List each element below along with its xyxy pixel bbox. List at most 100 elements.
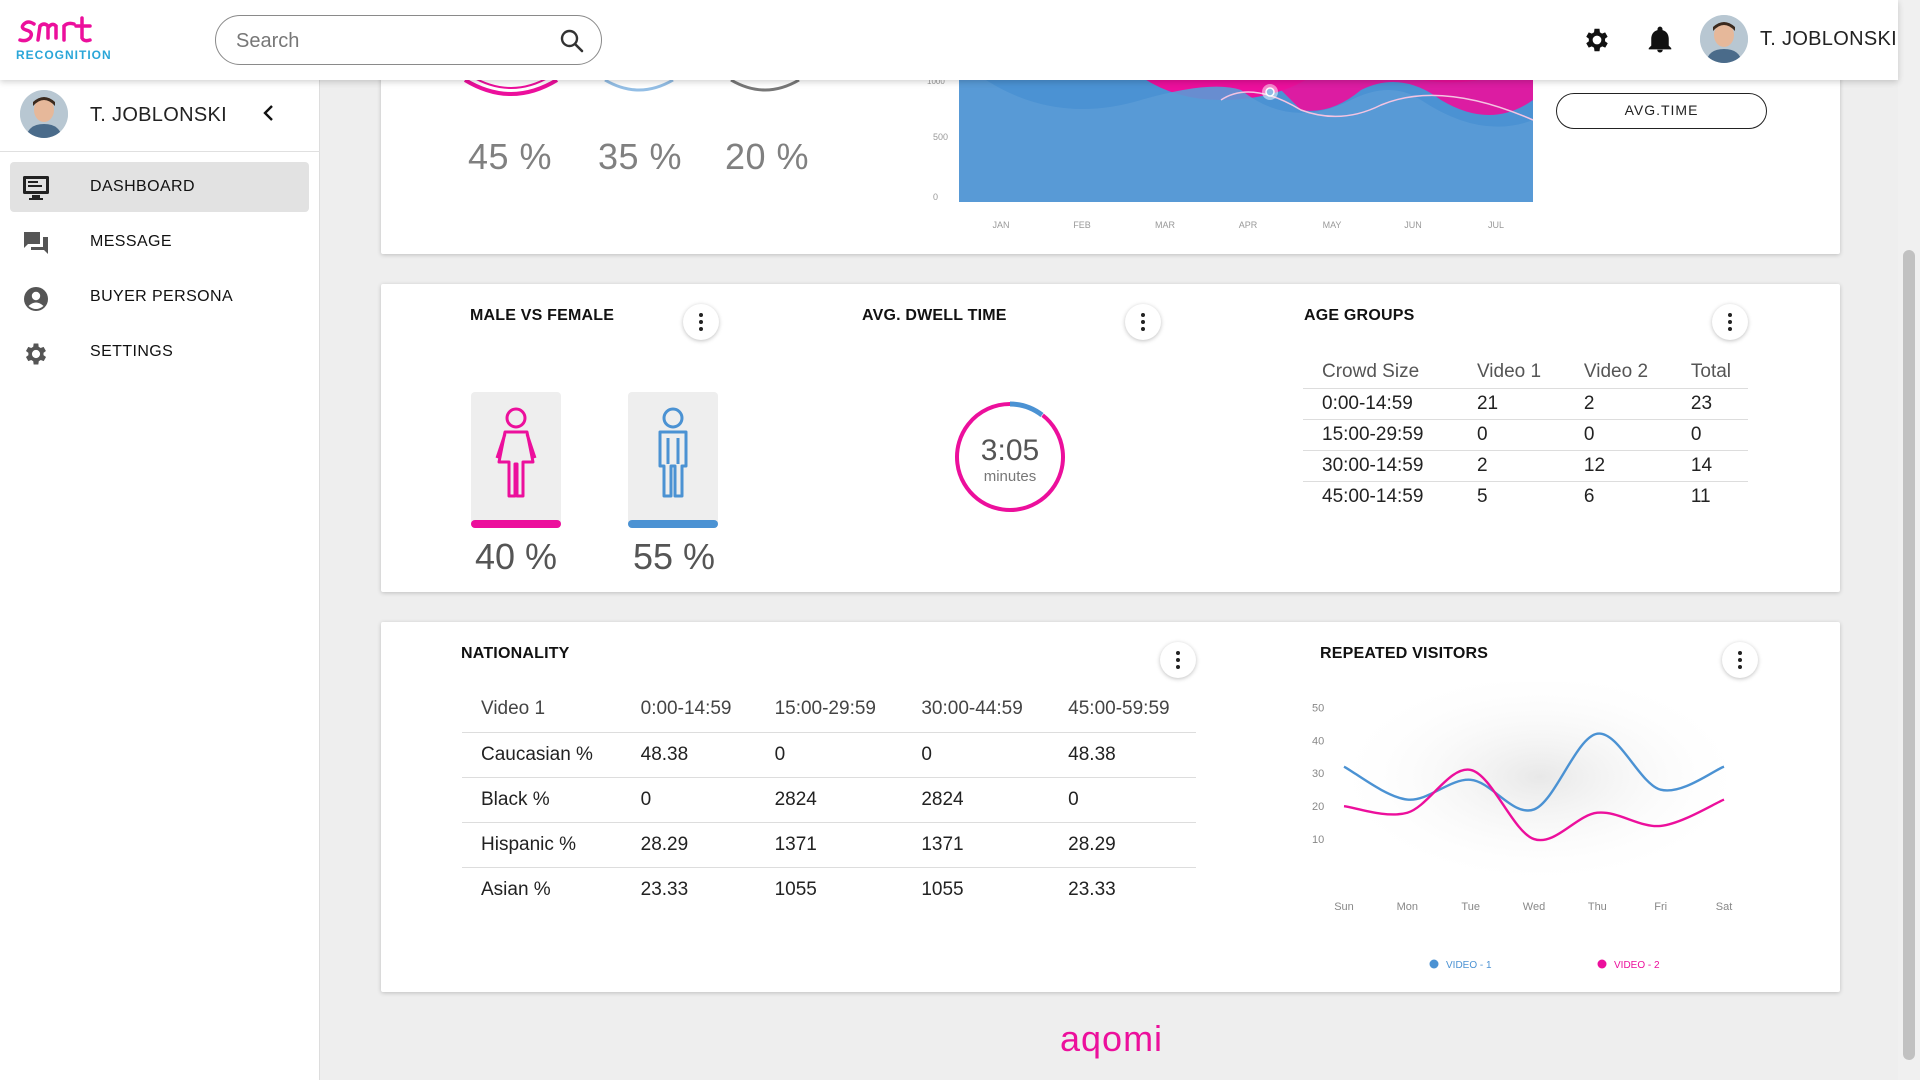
table-cell: 14 bbox=[1671, 450, 1748, 482]
sidebar-user-name: T. JOBLONSKI bbox=[90, 104, 227, 126]
user-avatar[interactable] bbox=[1700, 15, 1748, 63]
repeated-visitors-menu-button[interactable] bbox=[1722, 642, 1758, 678]
table-cell: 1371 bbox=[755, 822, 903, 868]
table-cell: 1055 bbox=[921, 878, 964, 900]
area-chart: 1000 500 0 JAN FEB MAR APR MAY JUN JUL bbox=[927, 60, 1534, 230]
female-bar bbox=[471, 520, 561, 528]
table-cell: 30:00-14:59 bbox=[1303, 450, 1458, 482]
table-header: 30:00-44:59 bbox=[902, 686, 1050, 733]
repeated-visitors-title: REPEATED VISITORS bbox=[1320, 645, 1489, 662]
age-groups-title: AGE GROUPS bbox=[1304, 307, 1415, 324]
y-tick-label: 40 bbox=[1312, 735, 1324, 747]
female-icon bbox=[495, 407, 537, 498]
area-x-label: APR bbox=[1239, 220, 1258, 230]
x-tick-label: Sun bbox=[1334, 901, 1354, 913]
scrollbar-thumb[interactable] bbox=[1903, 250, 1915, 1060]
gear-icon bbox=[22, 340, 50, 373]
repeated-visitors-chart: 50 40 30 20 10 Sun Mon Tue Wed Thu Fri Sat VIDEO -… bbox=[1312, 682, 1750, 972]
area-x-label: JUL bbox=[1488, 220, 1504, 230]
sidebar-item-label: MESSAGE bbox=[90, 233, 172, 250]
table-cell: Asian % bbox=[481, 878, 551, 900]
search-input[interactable] bbox=[236, 28, 556, 54]
chart-glow bbox=[1330, 682, 1750, 887]
settings-gear-icon[interactable] bbox=[1582, 25, 1612, 60]
sidebar-item-label: SETTINGS bbox=[90, 343, 174, 360]
dwell-menu-button[interactable] bbox=[1125, 304, 1161, 340]
legend-item[interactable]: VIDEO - 2 bbox=[1597, 959, 1661, 972]
table-cell: Black % bbox=[462, 777, 622, 823]
dwell-time-value: 3:05 bbox=[980, 434, 1040, 467]
table-header: Crowd Size bbox=[1303, 356, 1458, 389]
search-box[interactable] bbox=[215, 15, 602, 65]
notification-bell-icon[interactable] bbox=[1645, 25, 1675, 60]
table-cell: 23.33 bbox=[640, 878, 689, 900]
table-row: 15:00-29:59 0 0 0 bbox=[1303, 419, 1748, 451]
monitor-icon bbox=[22, 175, 50, 206]
table-cell: 0 bbox=[621, 777, 756, 823]
table-header: Video 2 bbox=[1564, 356, 1672, 389]
nationality-visitors-card: NATIONALITY Video 1 0:00-14:59 15:00-29:… bbox=[381, 622, 1840, 992]
table-row: 45:00-14:59 5 6 11 bbox=[1303, 481, 1748, 512]
search-icon[interactable] bbox=[559, 28, 585, 59]
table-header: 15:00-29:59 bbox=[755, 686, 903, 733]
legend-label: VIDEO - 1 bbox=[1446, 960, 1492, 971]
area-x-label: FEB bbox=[1073, 220, 1091, 230]
avg-time-button[interactable]: AVG.TIME bbox=[1556, 93, 1767, 129]
area-x-label: MAR bbox=[1155, 220, 1176, 230]
dwell-time-unit: minutes bbox=[983, 468, 1037, 485]
table-cell: 5 bbox=[1476, 485, 1488, 507]
sidebar-user: T. JOBLONSKI bbox=[0, 80, 320, 152]
top-bar: RECOGNITION T. JOBLONSKI bbox=[0, 0, 1898, 80]
area-x-label: JUN bbox=[1404, 220, 1422, 230]
sidebar-item-label: BUYER PERSONA bbox=[90, 288, 234, 305]
nationality-menu-button[interactable] bbox=[1160, 642, 1196, 678]
table-cell: 45:00-14:59 bbox=[1322, 485, 1424, 507]
table-cell: 1371 bbox=[902, 822, 1050, 868]
table-header: 0:00-14:59 bbox=[621, 686, 756, 733]
aqomi-footer-logo: aqomi bbox=[1060, 1018, 1164, 1059]
table-cell: 23 bbox=[1671, 388, 1748, 420]
nationality-table: Video 1 0:00-14:59 15:00-29:59 30:00-44:… bbox=[462, 686, 1196, 912]
male-bar bbox=[628, 520, 718, 528]
male-female-title: MALE VS FEMALE bbox=[470, 307, 615, 324]
table-header: Video 1 bbox=[1457, 356, 1565, 389]
legend-label: VIDEO - 2 bbox=[1614, 960, 1660, 971]
sidebar-item-message[interactable]: MESSAGE bbox=[10, 217, 309, 267]
table-cell: Caucasian % bbox=[462, 732, 622, 778]
female-percent: 40 % bbox=[475, 536, 558, 577]
male-female-menu-button[interactable] bbox=[683, 304, 719, 340]
page-scrollbar[interactable] bbox=[1898, 0, 1920, 1080]
table-cell: 2 bbox=[1564, 388, 1672, 420]
logo-subtitle: RECOGNITION bbox=[16, 48, 112, 62]
male-percent: 55 % bbox=[633, 536, 716, 577]
area-x-label: JAN bbox=[992, 220, 1009, 230]
table-cell: 0:00-14:59 bbox=[1303, 388, 1458, 420]
sidebar-item-buyer-persona[interactable]: BUYER PERSONA bbox=[10, 272, 309, 322]
collapse-chevron-left-icon[interactable] bbox=[262, 104, 276, 127]
sidebar: T. JOBLONSKI DASHBOARD MESSAGE BUYER PER… bbox=[0, 80, 320, 1080]
x-tick-label: Sat bbox=[1716, 901, 1733, 913]
table-cell: 12 bbox=[1564, 450, 1672, 482]
area-x-label: MAY bbox=[1323, 220, 1342, 230]
table-cell: 0 bbox=[902, 732, 1050, 778]
account-circle-icon bbox=[22, 285, 50, 318]
table-header: Video 1 bbox=[462, 686, 622, 733]
user-name[interactable]: T. JOBLONSKI bbox=[1760, 28, 1897, 51]
table-cell: 28.29 bbox=[621, 822, 756, 868]
overview-card: 45 % 35 % 20 % 1000 500 0 JAN FEB MAR AP… bbox=[381, 60, 1840, 254]
table-cell: 1055 bbox=[774, 878, 817, 900]
x-tick-label: Tue bbox=[1461, 901, 1480, 913]
age-groups-table: Crowd Size Video 1 Video 2 Total 0:00-14… bbox=[1303, 356, 1748, 512]
sidebar-item-settings[interactable]: SETTINGS bbox=[10, 327, 309, 377]
table-cell: 0 bbox=[755, 732, 903, 778]
age-groups-menu-button[interactable] bbox=[1712, 304, 1748, 340]
smrt-logo[interactable]: RECOGNITION bbox=[16, 16, 116, 62]
table-header: 45:00-59:59 bbox=[1049, 686, 1196, 733]
table-cell: 21 bbox=[1457, 388, 1565, 420]
x-tick-label: Fri bbox=[1654, 901, 1667, 913]
y-tick-label: 30 bbox=[1312, 768, 1324, 780]
legend-item[interactable]: VIDEO - 1 bbox=[1429, 959, 1493, 972]
avatar-face-icon bbox=[1700, 15, 1748, 63]
table-cell: 2824 bbox=[755, 777, 903, 823]
sidebar-item-dashboard[interactable]: DASHBOARD bbox=[10, 162, 309, 212]
